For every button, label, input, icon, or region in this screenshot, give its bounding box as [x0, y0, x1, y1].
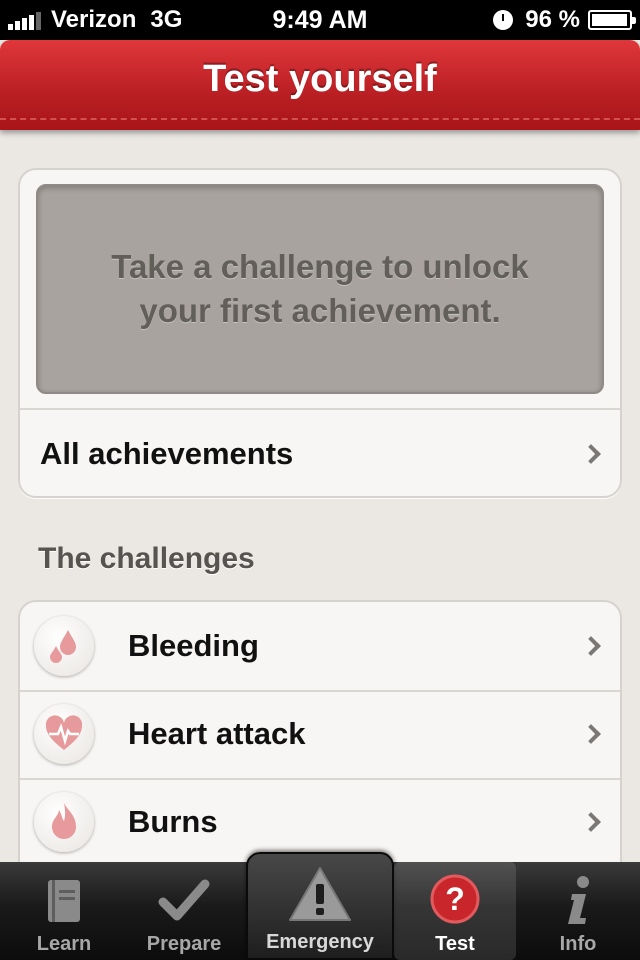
challenge-row-heart-attack[interactable]: Heart attack — [20, 690, 620, 778]
challenge-label: Heart attack — [128, 716, 306, 751]
book-icon — [48, 880, 80, 922]
battery-percent: 96 % — [525, 6, 580, 33]
challenge-label: Bleeding — [128, 628, 259, 663]
chevron-right-icon — [581, 812, 601, 832]
page-title: Test yourself — [203, 58, 437, 100]
warning-icon — [289, 867, 351, 921]
alarm-clock-icon — [493, 10, 514, 30]
chevron-right-icon — [581, 724, 601, 744]
tab-label: Prepare — [146, 933, 222, 955]
info-icon — [568, 876, 589, 924]
tab-emergency[interactable]: Emergency — [246, 852, 394, 960]
tab-info[interactable]: Info — [516, 862, 640, 960]
heart-pulse-icon — [34, 704, 94, 764]
section-title: The challenges — [38, 542, 255, 575]
svg-text:?: ? — [445, 881, 465, 917]
challenge-row-bleeding[interactable]: Bleeding — [20, 602, 620, 690]
chevron-right-icon — [581, 444, 601, 464]
flame-icon — [34, 792, 94, 852]
chevron-right-icon — [581, 636, 601, 656]
all-achievements-label: All achievements — [40, 436, 294, 471]
blood-drop-icon — [34, 616, 94, 676]
checkmark-icon — [158, 879, 210, 921]
navigation-bar: Test yourself — [0, 40, 640, 130]
tab-label: Emergency — [266, 931, 374, 953]
challenges-list: Bleeding Heart attack Burns — [18, 600, 622, 862]
achievement-message: Take a challenge to unlock your first ac… — [111, 248, 529, 329]
tab-label: Info — [559, 933, 597, 955]
status-bar: Verizon 3G 9:49 AM 96 % — [0, 0, 640, 40]
tab-bar: Learn Prepare Emergency ? Test Info — [0, 852, 640, 960]
status-right: 96 % — [493, 6, 636, 34]
tab-test[interactable]: ? Test — [394, 862, 516, 960]
tab-learn[interactable]: Learn — [0, 862, 128, 960]
battery-icon — [588, 10, 636, 30]
tab-label: Learn — [36, 933, 92, 955]
challenge-label: Burns — [128, 804, 218, 839]
all-achievements-row[interactable]: All achievements — [20, 410, 620, 498]
tab-label: Test — [435, 933, 475, 955]
challenge-row-burns[interactable]: Burns — [20, 778, 620, 862]
tab-prepare[interactable]: Prepare — [120, 862, 248, 960]
achievement-placeholder: Take a challenge to unlock your first ac… — [36, 184, 604, 394]
achievements-card: Take a challenge to unlock your first ac… — [18, 168, 622, 498]
question-icon: ? — [430, 874, 480, 924]
main-content[interactable]: Take a challenge to unlock your first ac… — [0, 130, 640, 862]
